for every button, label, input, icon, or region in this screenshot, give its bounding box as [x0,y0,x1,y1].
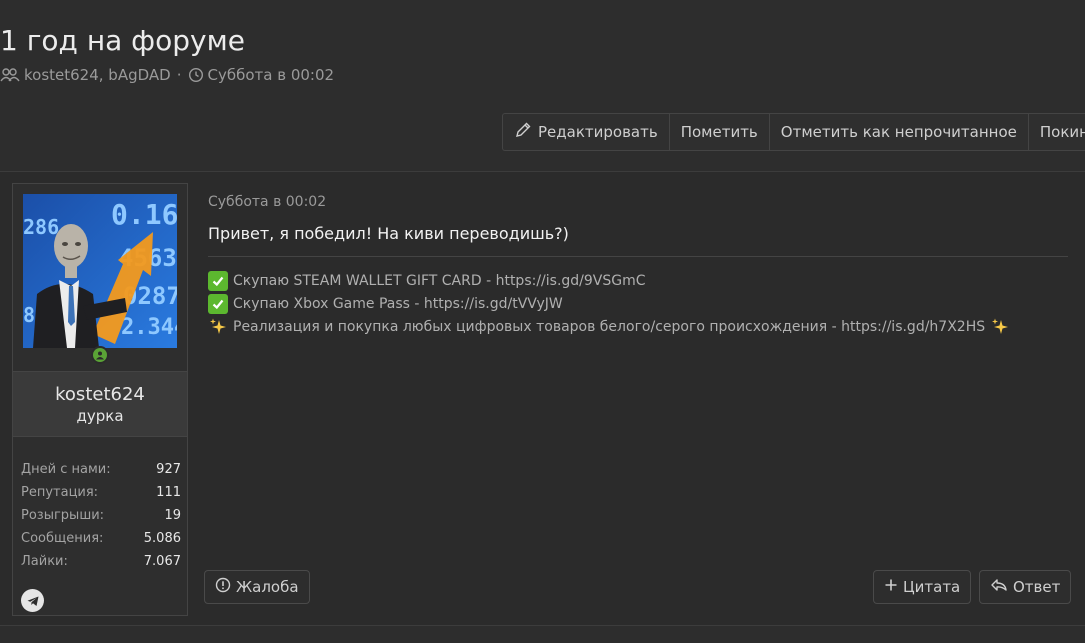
telegram-icon[interactable] [21,589,44,612]
reply-label: Ответ [1013,578,1061,596]
mark-unread-label: Отметить как непрочитанное [780,123,1017,141]
user-title: дурка [76,407,124,425]
signature: Скупаю STEAM WALLET GIFT CARD - https://… [208,269,1068,338]
stat-row: Лайки: 7.067 [21,550,181,573]
stat-row: Дней с нами: 927 [21,458,181,481]
signature-text[interactable]: Скупаю STEAM WALLET GIFT CARD - https://… [233,273,646,289]
user-cell: 0.168 4563 0287 2.344 286 824 [12,183,188,616]
reply-button[interactable]: Ответ [979,570,1072,604]
stat-value: 5.086 [143,531,181,546]
report-button[interactable]: Жалоба [204,570,310,604]
reply-icon [990,577,1008,597]
user-name-block: kostet624 дурка [13,371,187,437]
stat-row: Сообщения: 5.086 [21,527,181,550]
signature-text[interactable]: Реализация и покупка любых цифровых това… [233,319,985,335]
stat-row: Репутация: 111 [21,481,181,504]
quote-label: Цитата [903,578,961,596]
quote-button[interactable]: Цитата [873,570,972,604]
edit-label: Редактировать [538,123,658,141]
stat-row: Розыгрыши: 19 [21,504,181,527]
clock-icon [188,67,204,83]
sparkles-icon [990,317,1010,337]
thread-meta: kostet624, bAgDAD · Суббота в 00:02 [0,66,334,84]
stat-label: Дней с нами: [21,462,111,477]
online-status-icon [91,346,109,364]
post-date[interactable]: Суббота в 00:02 [208,194,1068,210]
stat-label: Сообщения: [21,531,104,546]
participants-list[interactable]: kostet624, bAgDAD [24,66,171,84]
stat-label: Лайки: [21,554,68,569]
meta-separator: · [176,66,182,84]
stat-value: 19 [164,508,181,523]
avatar[interactable]: 0.168 4563 0287 2.344 286 824 [23,194,177,348]
edit-button[interactable]: Редактировать [503,114,670,150]
plus-icon [884,578,898,596]
report-label: Жалоба [236,578,299,596]
username[interactable]: kostet624 [13,384,187,405]
participants-icon [0,67,20,83]
signature-text[interactable]: Скупаю Xbox Game Pass - https://is.gd/tV… [233,296,563,312]
stat-value: 927 [156,462,181,477]
thread-date[interactable]: Суббота в 00:02 [208,66,335,84]
post-message: Привет, я победил! На киви переводишь?) [208,224,569,243]
user-stats: Дней с нами: 927 Репутация: 111 Розыгрыш… [21,458,181,573]
sparkles-icon [208,317,228,337]
signature-line: Скупаю Xbox Game Pass - https://is.gd/tV… [208,292,1068,315]
avatar-digits-5: 286 [23,215,59,239]
signature-line: Скупаю STEAM WALLET GIFT CARD - https://… [208,269,1068,292]
post-content: Суббота в 00:02 Привет, я победил! На ки… [208,194,1068,338]
signature-line: Реализация и покупка любых цифровых това… [208,315,1068,338]
stat-label: Розыгрыши: [21,508,105,523]
leave-button[interactable]: Покинуть [1029,114,1085,150]
stat-value: 7.067 [143,554,181,569]
mark-button[interactable]: Пометить [670,114,770,150]
check-mark-icon [208,270,228,291]
leave-label: Покинуть [1039,123,1085,141]
pencil-icon [514,121,532,143]
mark-label: Пометить [680,123,758,141]
signature-divider [208,256,1068,257]
post: 0.168 4563 0287 2.344 286 824 [0,171,1085,626]
thread-toolbar: Редактировать Пометить Отметить как непр… [502,113,1085,151]
stat-value: 111 [156,485,181,500]
thread-title: 1 год на форуме [0,24,245,57]
alert-icon [215,577,231,597]
avatar-digits-4: 2.344 [121,315,177,340]
check-mark-icon [208,293,228,314]
avatar-digits-1: 0.168 [111,198,177,231]
mark-unread-button[interactable]: Отметить как непрочитанное [770,114,1029,150]
stat-label: Репутация: [21,485,99,500]
